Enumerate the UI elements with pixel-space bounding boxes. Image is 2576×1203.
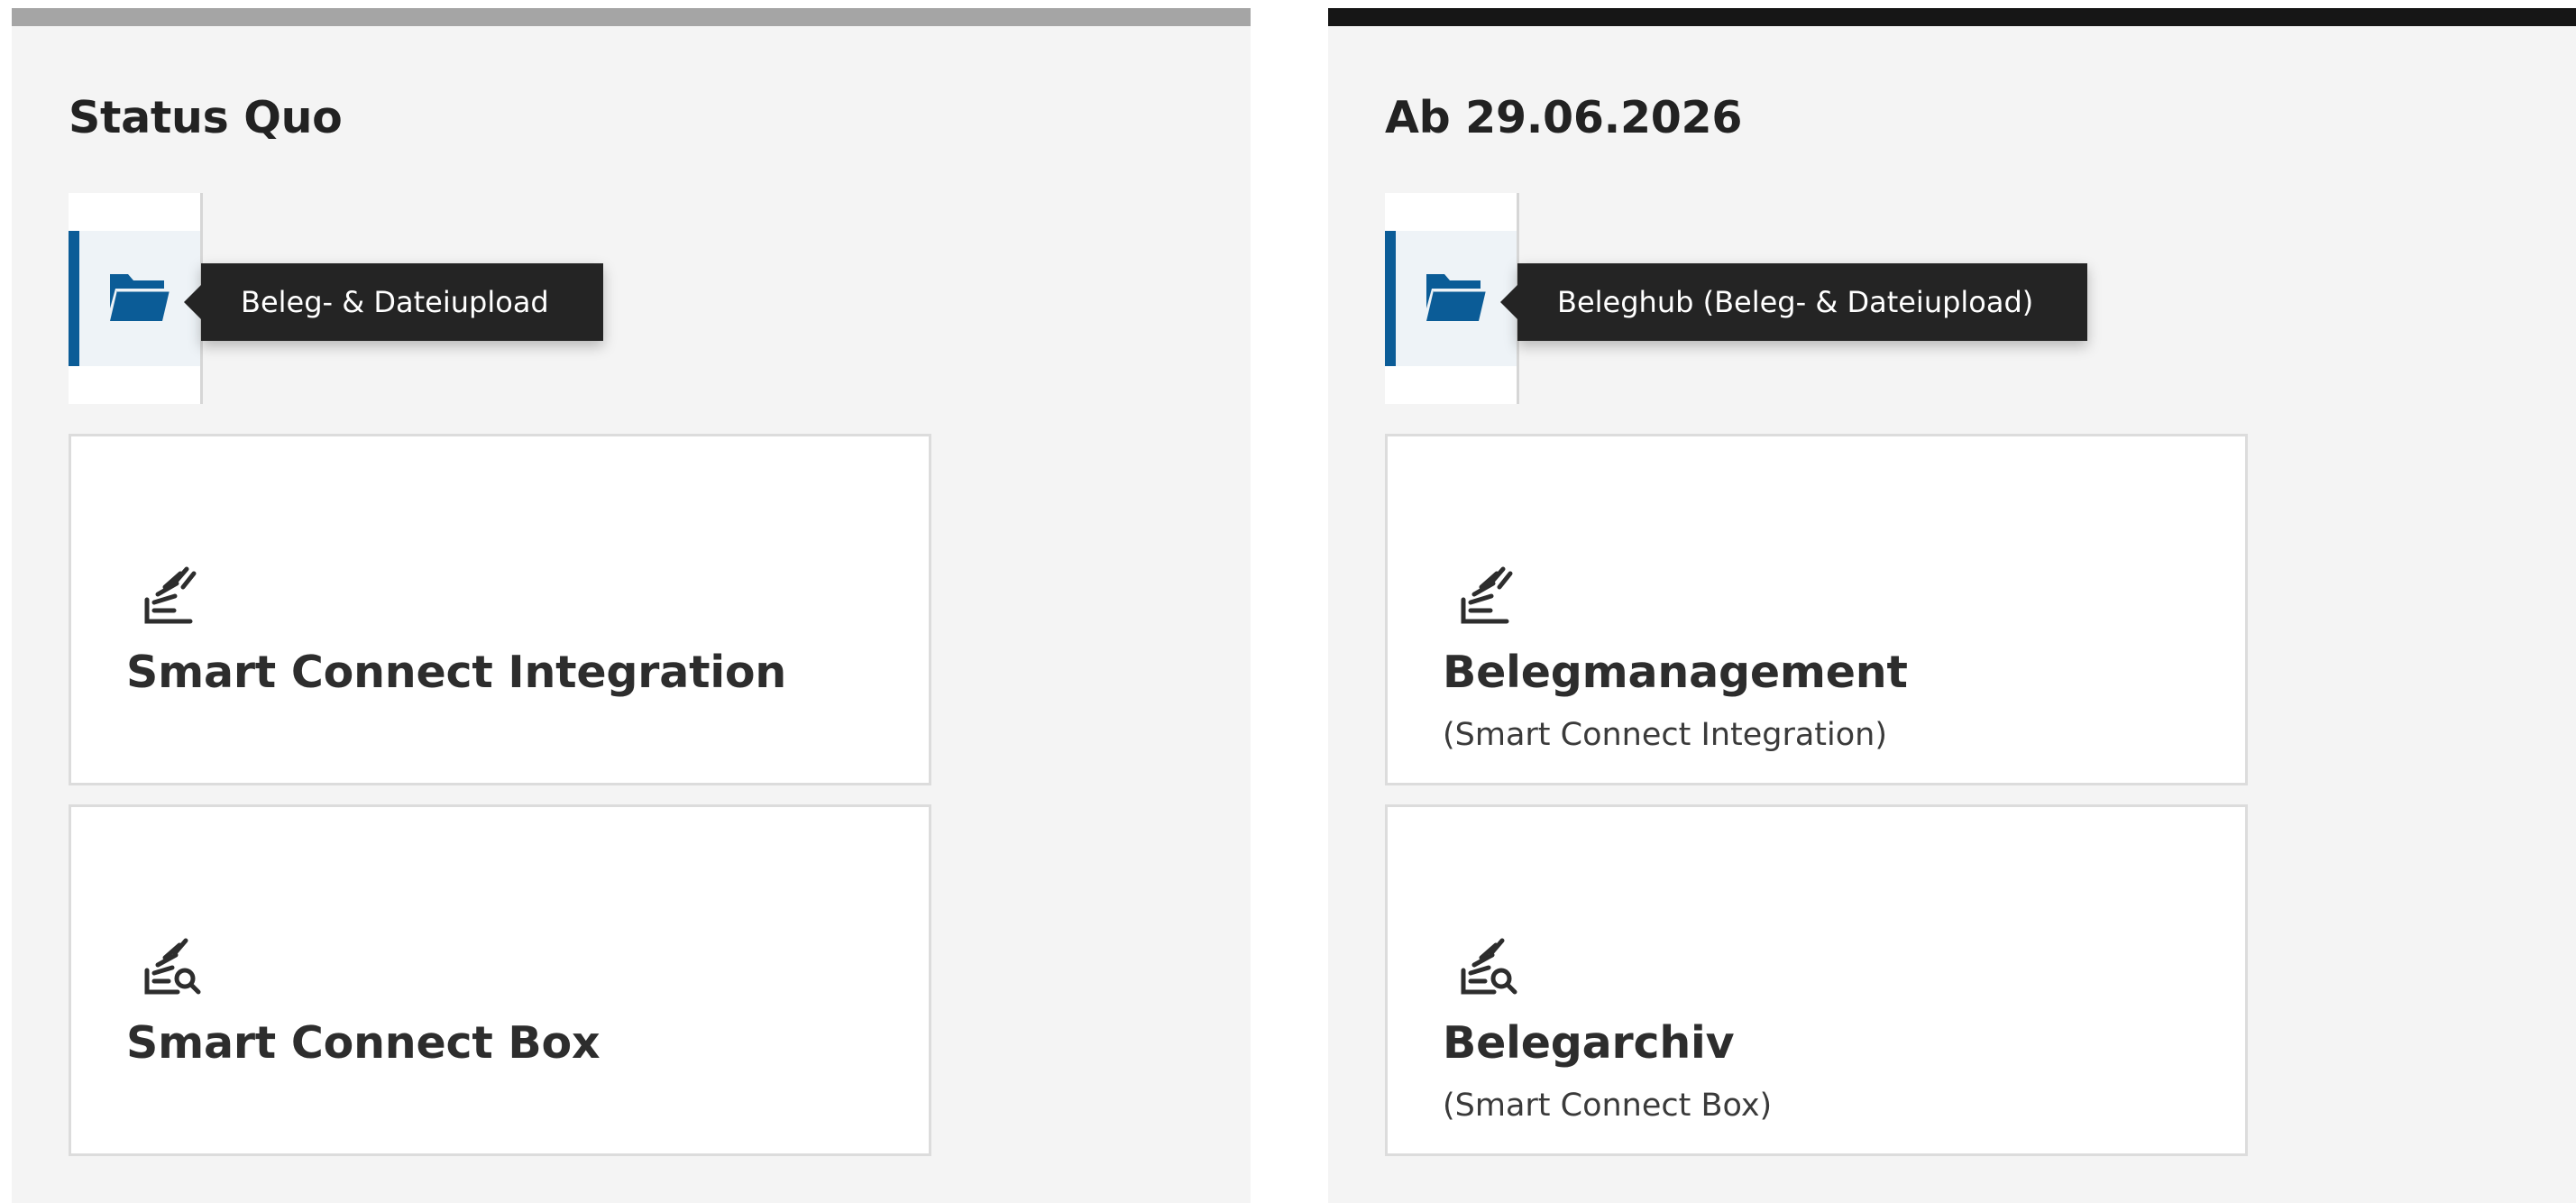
card-subtitle: (Smart Connect Integration) [1443,717,1888,753]
stack-search-icon [1461,938,1517,995]
card-title: Belegarchiv [1443,1017,1735,1069]
sidebar-strip [1385,193,1519,404]
sidebar-tooltip: Beleghub (Beleg- & Dateiupload) [1499,263,2088,341]
sidebar-item-beleghub[interactable] [1385,231,1517,366]
stack-upload-icon [1461,566,1513,624]
folder-icon [110,274,170,321]
future-state-panel: Ab 29.06.2026 Beleghub (Beleg- & Dateiup… [1328,8,2576,1203]
card-subtitle: (Smart Connect Box) [1443,1088,1773,1124]
sidebar-item-beleg-upload[interactable] [69,231,200,366]
folder-icon [1426,274,1486,321]
card-title: Smart Connect Box [126,1017,600,1069]
smart-connect-box-card[interactable]: Smart Connect Box [69,804,931,1156]
stack-search-icon [144,938,201,995]
card-title: Smart Connect Integration [126,647,787,698]
panel-title: Status Quo [69,92,343,143]
belegarchiv-card[interactable]: Belegarchiv (Smart Connect Box) [1385,804,2248,1156]
belegmanagement-card[interactable]: Belegmanagement (Smart Connect Integrati… [1385,434,2248,785]
status-quo-panel: Status Quo Beleg- & Dateiupload Smart Co… [12,8,1251,1203]
smart-connect-integration-card[interactable]: Smart Connect Integration [69,434,931,785]
sidebar-tooltip: Beleg- & Dateiupload [184,263,603,341]
stack-upload-icon [144,566,197,624]
sidebar-strip [69,193,203,404]
panel-title: Ab 29.06.2026 [1385,92,1743,143]
card-title: Belegmanagement [1443,647,1908,698]
